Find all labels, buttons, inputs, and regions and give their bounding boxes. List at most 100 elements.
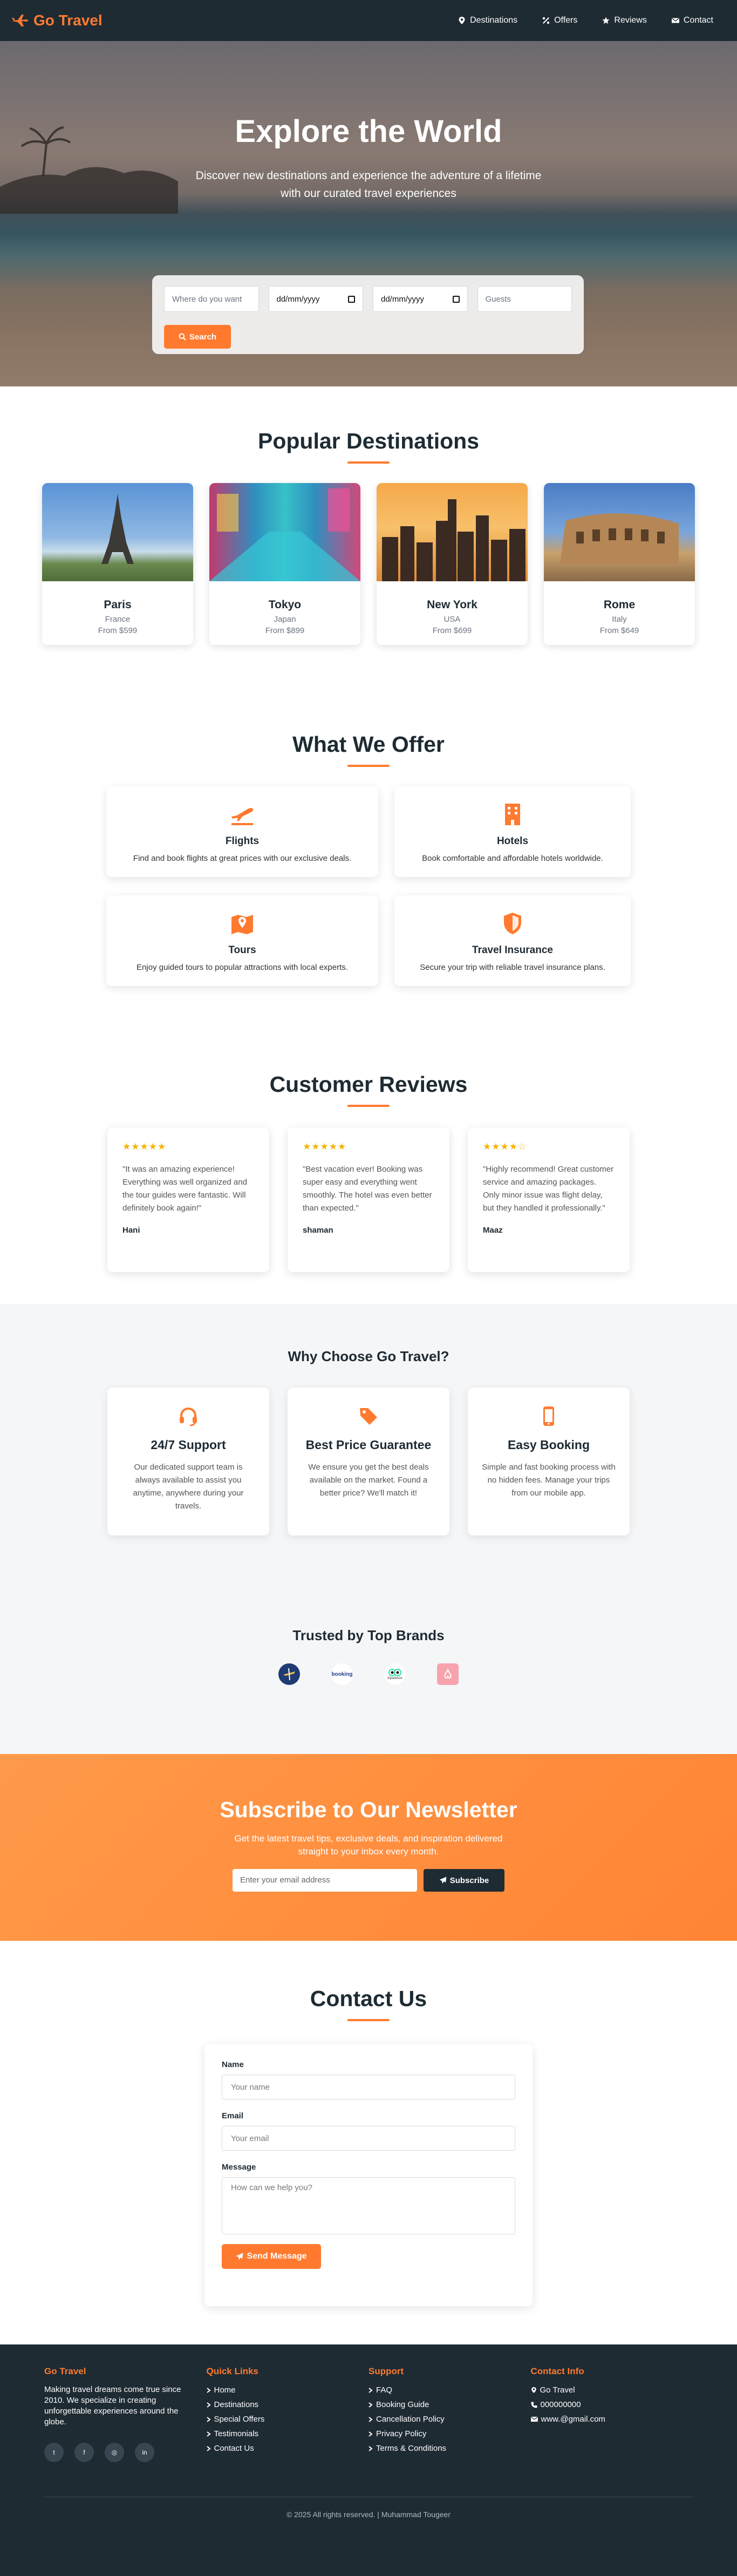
footer-link-booking-guide[interactable]: Booking Guide [368,2400,531,2409]
facebook-icon[interactable]: f [74,2443,94,2462]
destination-card-rome[interactable]: Rome Italy From $649 [544,483,695,645]
footer-link-special-offers[interactable]: Special Offers [206,2415,369,2424]
footer-link-privacy-policy[interactable]: Privacy Policy [368,2429,531,2438]
offer-text: Enjoy guided tours to popular attraction… [137,963,348,972]
name-label: Name [222,2060,244,2069]
footer-link-cancellation-policy[interactable]: Cancellation Policy [368,2415,531,2424]
nav-link-contact[interactable]: Contact [671,16,713,25]
footer-info-address: Go Travel [531,2385,693,2395]
reviews-section: Customer Reviews ★★★★★ "It was an amazin… [0,1072,737,1304]
hero-title: Explore the World [235,114,502,149]
destination-price: From $699 [432,626,472,635]
hero-content: Explore the World Discover new destinati… [0,41,737,202]
footer-link-home[interactable]: Home [206,2385,369,2395]
subscribe-button[interactable]: Subscribe [424,1869,504,1892]
search-icon [179,333,186,341]
instagram-icon[interactable]: ◎ [105,2443,124,2462]
tripadvisor-logo-icon[interactable]: tripadvisor [384,1663,406,1685]
paper-plane-icon [236,2253,243,2260]
footer-link-label: Testimonials [214,2429,259,2438]
offer-card-tours[interactable]: Tours Enjoy guided tours to popular attr… [106,895,378,986]
checkout-date-input[interactable]: dd/mm/yyyy [373,286,468,312]
star-icon [602,17,610,24]
airline-logo-icon[interactable] [278,1663,300,1685]
destination-name: Rome [603,599,636,611]
map-pin-icon [459,17,465,24]
nav-link-offers[interactable]: Offers [542,16,577,25]
footer-link-contact-us[interactable]: Contact Us [206,2444,369,2453]
title-underline [347,461,390,464]
booking-logo-text: booking [331,1671,353,1677]
nav-link-destinations[interactable]: Destinations [458,16,517,25]
footer-link-terms[interactable]: Terms & Conditions [368,2444,531,2453]
why-card-title: Best Price Guarantee [305,1438,432,1452]
why-choose-section: Why Choose Go Travel? 24/7 Support Our d… [0,1304,737,1754]
owl-icon [388,1669,401,1676]
destination-country: Italy [612,615,627,624]
section-title: What We Offer [292,732,445,757]
why-card-text: Simple and fast booking process with no … [482,1463,616,1498]
brand-logo[interactable]: Go Travel [11,12,103,29]
destination-grid: Paris France From $599 Tokyo Japan From … [0,483,737,645]
site-footer: Go Travel Making travel dreams come true… [0,2344,737,2576]
destination-name: New York [427,599,477,611]
destination-card-paris[interactable]: Paris France From $599 [42,483,193,645]
newsletter-title: Subscribe to Our Newsletter [220,1797,517,1822]
map-pin-icon [531,2387,536,2393]
chevron-right-icon [206,2416,211,2422]
offer-card-insurance[interactable]: Travel Insurance Secure your trip with r… [394,895,631,986]
offer-text: Find and book flights at great prices wi… [133,854,352,863]
checkout-date-value: dd/mm/yyyy [381,294,425,304]
review-text: "It was an amazing experience! Everythin… [122,1165,247,1213]
offer-title: Tours [228,944,256,956]
review-text: "Best vacation ever! Booking was super e… [303,1165,432,1213]
footer-link-destinations[interactable]: Destinations [206,2400,369,2409]
nav-link-reviews[interactable]: Reviews [602,16,647,25]
nav-link-label: Reviews [614,16,647,25]
footer-link-label: Terms & Conditions [376,2444,447,2453]
review-card: ★★★★★ "Best vacation ever! Booking was s… [288,1127,449,1272]
linkedin-icon[interactable]: in [135,2443,154,2462]
paper-plane-icon [439,1877,447,1884]
search-card: Where do you want dd/mm/yyyy dd/mm/yyyy … [152,275,584,354]
title-underline [347,1105,390,1107]
map-icon [231,915,253,934]
footer-link-faq[interactable]: FAQ [368,2385,531,2395]
destinations-section: Popular Destinations Paris France From $… [0,386,737,732]
email-field[interactable]: Your email [222,2126,515,2151]
footer-link-label: Privacy Policy [376,2429,427,2438]
calendar-icon[interactable] [452,295,460,303]
destination-card-new-york[interactable]: New York USA From $699 [377,483,528,645]
name-field[interactable]: Your name [222,2075,515,2099]
offers-section: What We Offer Flights Find and book flig… [0,732,737,1072]
offer-card-hotels[interactable]: Hotels Book comfortable and affordable h… [394,786,631,877]
paris-photo [42,483,193,581]
footer-contact-info: Contact Info Go Travel 000000000 www.@gm… [531,2366,693,2462]
checkin-date-input[interactable]: dd/mm/yyyy [268,286,363,312]
airbnb-logo-icon[interactable] [437,1663,459,1685]
send-message-button[interactable]: Send Message [222,2244,321,2269]
footer-heading: Support [368,2366,404,2376]
footer-link-testimonials[interactable]: Testimonials [206,2429,369,2438]
destination-input[interactable]: Where do you want [164,286,259,312]
nav-link-label: Contact [683,16,713,25]
tokyo-photo [209,483,360,581]
twitter-icon[interactable]: t [44,2443,64,2462]
destination-price: From $599 [98,626,138,635]
destination-card-tokyo[interactable]: Tokyo Japan From $899 [209,483,360,645]
message-field[interactable]: How can we help you? [222,2177,515,2234]
guests-input[interactable]: Guests [477,286,572,312]
offer-card-flights[interactable]: Flights Find and book flights at great p… [106,786,378,877]
chevron-right-icon [368,2387,373,2393]
footer-quick-links: Quick Links Home Destinations Special Of… [207,2366,369,2462]
tripadvisor-logo-text: tripadvisor [387,1677,402,1680]
chevron-right-icon [206,2431,211,2437]
footer-copyright: © 2025 All rights reserved. | Muhammad T… [44,2497,693,2519]
newsletter-email-input[interactable]: Enter your email address [233,1869,417,1892]
booking-logo-icon[interactable]: booking [331,1663,353,1685]
calendar-icon[interactable] [348,295,355,303]
reviewer-name: Maaz [483,1226,503,1235]
phone-icon [531,2402,537,2408]
offer-grid: Flights Find and book flights at great p… [100,786,637,986]
search-button[interactable]: Search [164,325,231,349]
